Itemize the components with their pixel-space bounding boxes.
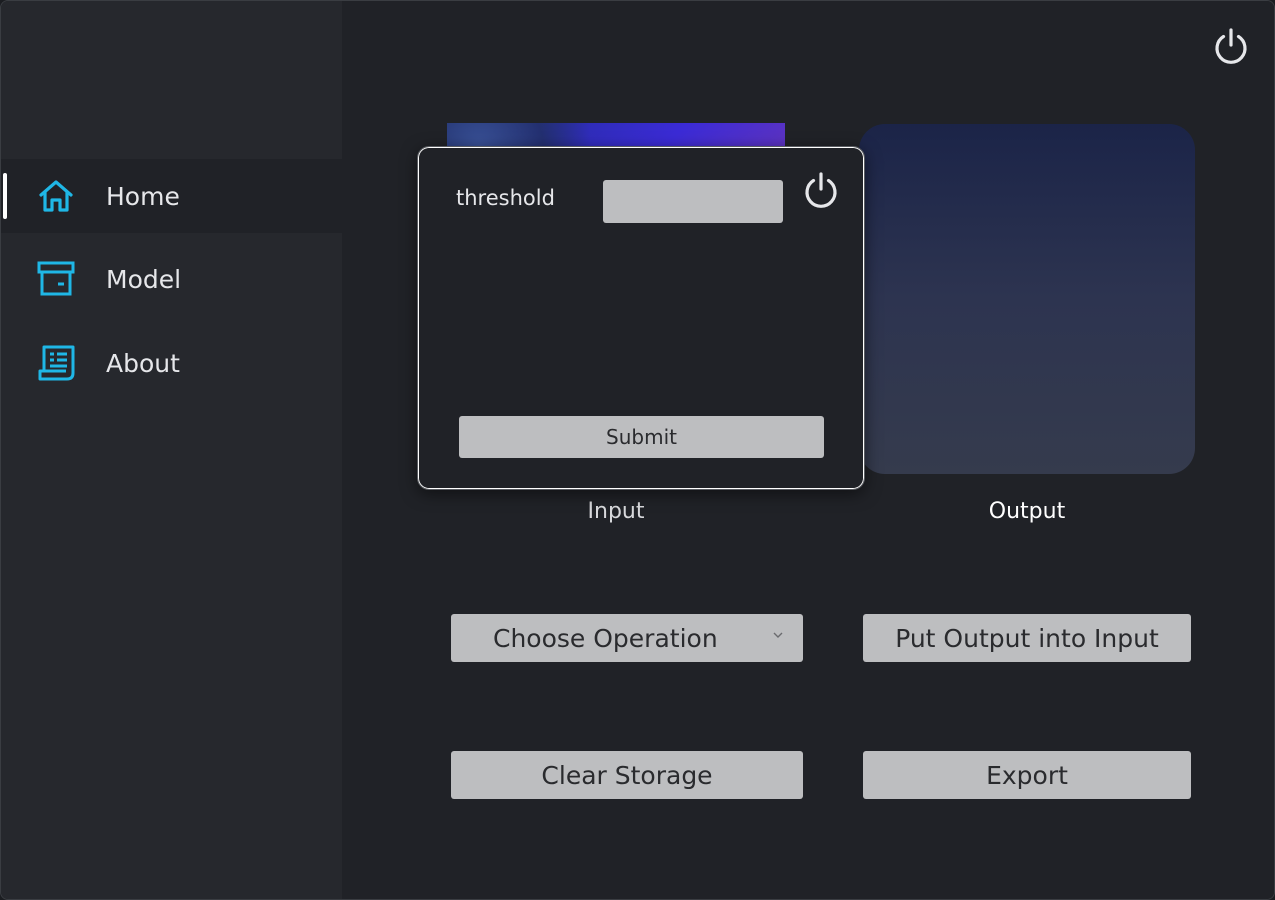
operation-select[interactable]: Choose Operation <box>451 614 803 662</box>
put-output-into-input-button[interactable]: Put Output into Input <box>863 614 1191 662</box>
submit-button[interactable]: Submit <box>459 416 824 458</box>
archive-icon <box>37 261 75 296</box>
active-indicator <box>3 173 7 219</box>
sidebar-item-about[interactable]: About <box>1 326 342 400</box>
sidebar-item-home[interactable]: Home <box>1 159 342 233</box>
threshold-label: threshold <box>456 186 555 210</box>
input-caption: Input <box>587 499 645 524</box>
output-image <box>859 124 1195 474</box>
document-icon <box>38 345 75 381</box>
threshold-input[interactable] <box>603 180 783 223</box>
sidebar-item-label: Home <box>106 181 180 211</box>
power-icon[interactable] <box>1211 26 1251 66</box>
power-icon[interactable] <box>801 170 841 210</box>
threshold-dialog: threshold Submit <box>417 146 865 490</box>
dialog-body: threshold Submit <box>419 148 863 488</box>
sidebar: Home Model About <box>1 1 342 899</box>
output-caption: Output <box>988 499 1066 524</box>
app-window: Home Model About Input Output Choose Ope… <box>0 0 1275 900</box>
sidebar-item-label: Model <box>106 264 182 294</box>
home-icon <box>39 180 73 212</box>
chevron-down-icon <box>773 632 783 638</box>
export-button[interactable]: Export <box>863 751 1191 799</box>
operation-select-value: Choose Operation <box>493 623 718 653</box>
sidebar-item-label: About <box>106 348 180 378</box>
clear-storage-button[interactable]: Clear Storage <box>451 751 803 799</box>
sidebar-item-model[interactable]: Model <box>1 242 342 316</box>
